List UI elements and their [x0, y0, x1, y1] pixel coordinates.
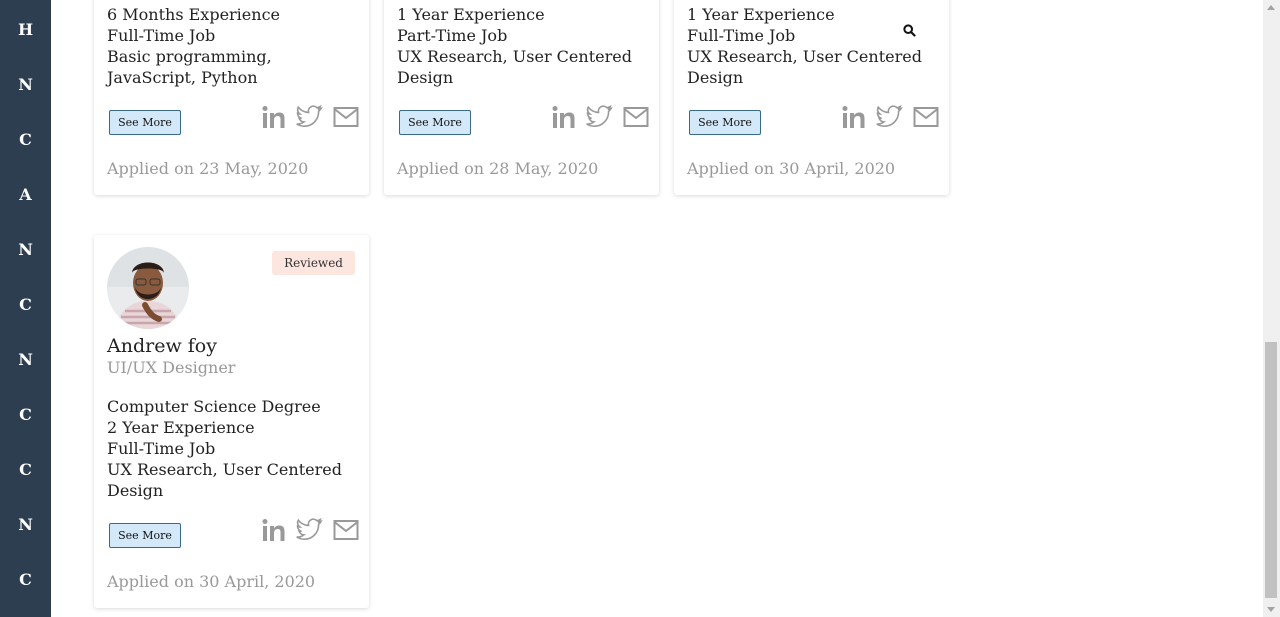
scroll-up-arrow[interactable] [1267, 5, 1275, 10]
candidate-name: Andrew foy [107, 335, 217, 357]
sidebar-item[interactable]: C [0, 570, 51, 590]
mail-icon[interactable] [913, 106, 939, 128]
job-type: Full-Time Job [107, 439, 216, 458]
experience: 6 Months Experience [107, 5, 280, 24]
twitter-icon[interactable] [296, 517, 323, 542]
job-type: Part-Time Job [397, 26, 508, 45]
sidebar-item[interactable]: A [0, 185, 51, 205]
see-more-button[interactable]: See More [689, 110, 761, 135]
sidebar-item[interactable]: C [0, 130, 51, 150]
social-links [841, 104, 939, 129]
status-badge: Reviewed [272, 251, 355, 275]
mail-icon[interactable] [333, 519, 359, 541]
linkedin-icon[interactable] [261, 105, 286, 129]
skills: UX Research, User Centered Design [107, 460, 342, 500]
sidebar-item[interactable]: C [0, 460, 51, 480]
skills: UX Research, User Centered Design [397, 47, 632, 87]
applied-date: Applied on 28 May, 2020 [397, 159, 599, 178]
mail-icon[interactable] [623, 106, 649, 128]
candidate-details: 6 Months Experience Full-Time Job Basic … [107, 4, 359, 88]
mail-icon[interactable] [333, 106, 359, 128]
search-icon[interactable] [903, 24, 916, 37]
candidate-details: 1 Year Experience Part-Time Job UX Resea… [397, 4, 649, 88]
candidate-role: UI/UX Designer [107, 358, 236, 377]
sidebar-item[interactable]: H [0, 20, 51, 40]
candidate-card: Reviewed Andrew foy UI/UX Designer Compu… [94, 235, 369, 608]
social-links [261, 104, 359, 129]
social-links [551, 104, 649, 129]
sidebar: H N C A N C N C C N C [0, 0, 51, 617]
see-more-button[interactable]: See More [109, 110, 181, 135]
twitter-icon[interactable] [876, 104, 903, 129]
education: Computer Science Degree [107, 397, 321, 416]
candidate-card: 6 Months Experience Full-Time Job Basic … [94, 0, 369, 195]
applied-date: Applied on 30 April, 2020 [687, 159, 896, 178]
experience: 2 Year Experience [107, 418, 255, 437]
sidebar-item[interactable]: N [0, 240, 51, 260]
twitter-icon[interactable] [296, 104, 323, 129]
scroll-down-arrow[interactable] [1267, 607, 1275, 612]
sidebar-item[interactable]: C [0, 405, 51, 425]
linkedin-icon[interactable] [261, 518, 286, 542]
see-more-button[interactable]: See More [109, 523, 181, 548]
see-more-button[interactable]: See More [399, 110, 471, 135]
candidate-details: Computer Science Degree 2 Year Experienc… [107, 396, 359, 501]
applied-date: Applied on 30 April, 2020 [107, 572, 316, 591]
sidebar-item[interactable]: C [0, 295, 51, 315]
scroll-thumb[interactable] [1265, 342, 1277, 598]
skills: Basic programming, JavaScript, Python [107, 47, 272, 87]
sidebar-item[interactable]: N [0, 515, 51, 535]
sidebar-item[interactable]: N [0, 75, 51, 95]
twitter-icon[interactable] [586, 104, 613, 129]
experience: 1 Year Experience [397, 5, 545, 24]
sidebar-item[interactable]: N [0, 350, 51, 370]
linkedin-icon[interactable] [841, 105, 866, 129]
avatar [107, 247, 189, 329]
scrollbar[interactable] [1263, 0, 1280, 617]
applied-date: Applied on 23 May, 2020 [107, 159, 309, 178]
candidate-card: 1 Year Experience Part-Time Job UX Resea… [384, 0, 659, 195]
skills: UX Research, User Centered Design [687, 47, 922, 87]
job-type: Full-Time Job [687, 26, 796, 45]
job-type: Full-Time Job [107, 26, 216, 45]
candidate-details: 1 Year Experience Full-Time Job UX Resea… [687, 4, 939, 88]
experience: 1 Year Experience [687, 5, 835, 24]
linkedin-icon[interactable] [551, 105, 576, 129]
social-links [261, 517, 359, 542]
